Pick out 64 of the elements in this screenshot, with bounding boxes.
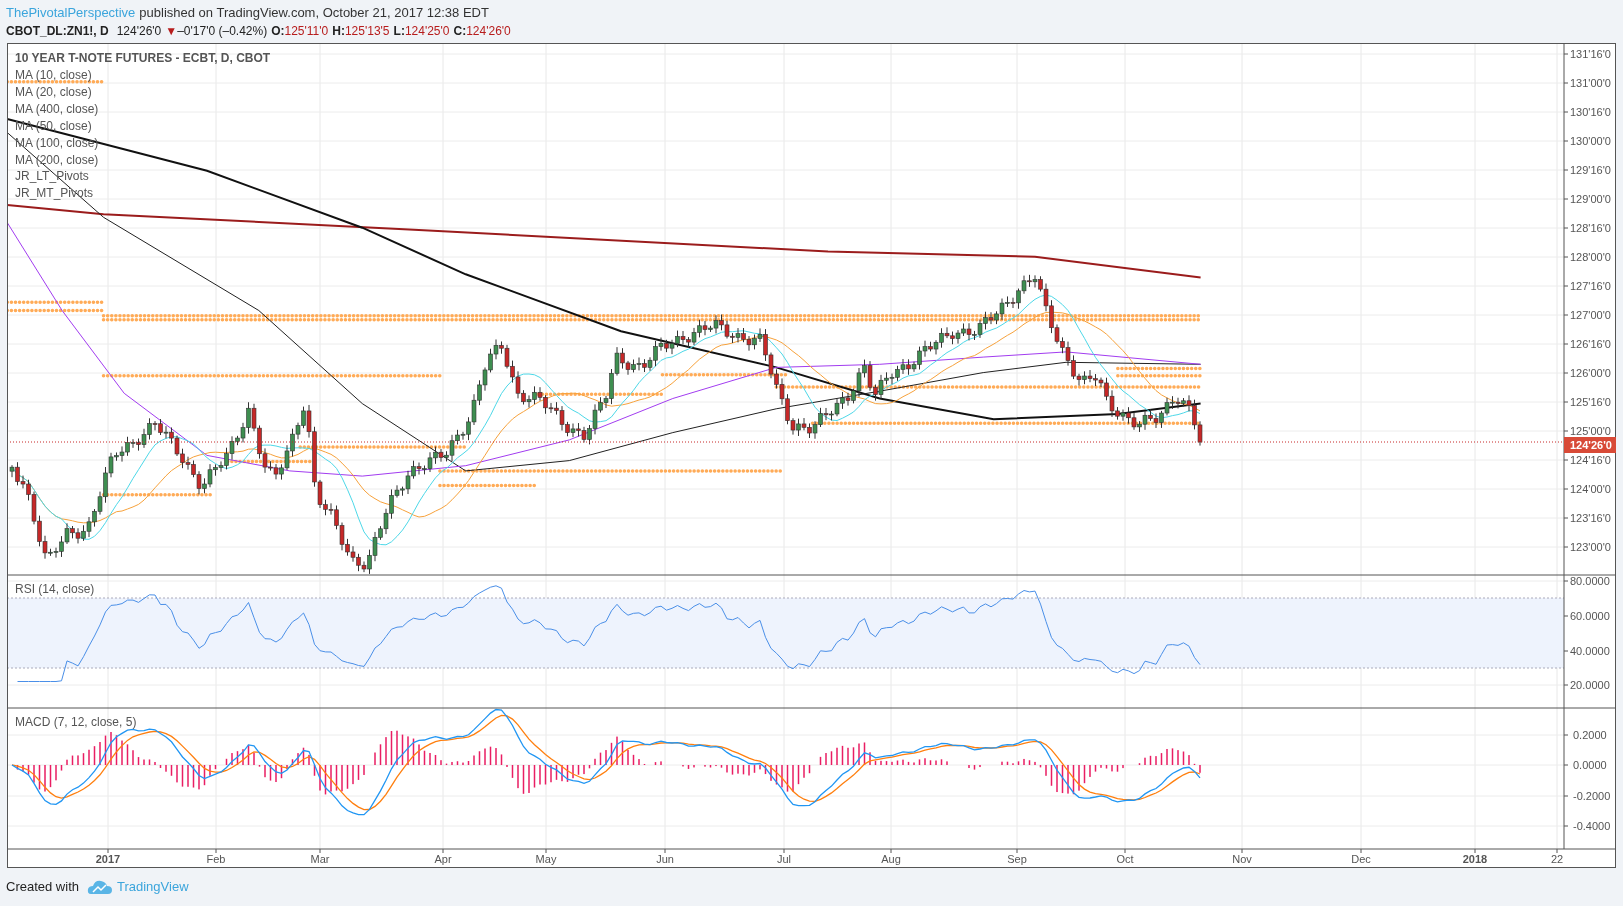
publish-info: published on TradingView.com, October 21, 2017 12:38 EDT [139, 3, 489, 22]
macd-axis-label: 0.0000 [1573, 759, 1607, 771]
time-axis-label: 2017 [95, 853, 121, 865]
brand-link[interactable]: TradingView [117, 877, 189, 897]
macd-axis-label: -0.4000 [1573, 820, 1611, 832]
ohlc-value: 124'26'0 [466, 22, 511, 40]
ohlc-label: C: [453, 22, 467, 40]
price-axis-label: 124'00'0 [1570, 483, 1611, 495]
rsi-axis-label: 80.0000 [1570, 575, 1610, 587]
price-axis-label: 127'16'0 [1570, 280, 1611, 292]
price-axis-label: 126'00'0 [1570, 367, 1611, 379]
price-change: –0'17'0 (–0.42%) [177, 22, 268, 40]
chart-title: 10 YEAR T-NOTE FUTURES - ECBT, D, CBOT [15, 51, 271, 65]
last-price: 124'26'0 [116, 22, 162, 40]
price-axis-label: 125'16'0 [1570, 396, 1611, 408]
price-axis-label: 131'00'0 [1570, 77, 1611, 89]
time-axis-label: Feb [206, 853, 226, 865]
price-axis-label: 125'00'0 [1570, 425, 1611, 437]
price-axis-label: 128'16'0 [1570, 222, 1611, 234]
time-axis-label: Dec [1351, 853, 1371, 865]
macd-axis-label: 0.2000 [1573, 729, 1607, 741]
indicator-legend: MA (200, close) [15, 152, 99, 167]
time-axis-label: Nov [1232, 853, 1252, 865]
price-axis-label: 130'00'0 [1570, 135, 1611, 147]
price-axis-label: 129'16'0 [1570, 164, 1611, 176]
time-axis-label: Jun [656, 853, 674, 865]
price-axis-label: 123'16'0 [1570, 512, 1611, 524]
footer-text: Created with [6, 878, 79, 897]
time-axis-label: Oct [1116, 853, 1134, 865]
rsi-axis-label: 40.0000 [1570, 645, 1610, 657]
ohlc-label: L: [393, 22, 405, 40]
price-axis-label: 123'00'0 [1570, 541, 1611, 553]
indicator-legend: MACD (7, 12, close, 5) [15, 715, 137, 729]
price-axis-label: 127'00'0 [1570, 309, 1611, 321]
price-axis-label: 124'16'0 [1570, 454, 1611, 466]
time-axis-label: Aug [881, 853, 901, 865]
down-arrow: ▼ [165, 22, 178, 40]
price-axis-label: 126'16'0 [1570, 338, 1611, 350]
symbol-label: CBOT_DL:ZN1!, D [6, 22, 109, 40]
last-price-badge: 124'26'0 [1564, 437, 1616, 453]
indicator-legend: RSI (14, close) [15, 582, 95, 596]
time-axis-label: May [535, 853, 557, 865]
indicator-legend: MA (10, close) [15, 68, 92, 82]
price-axis-label: 130'16'0 [1570, 106, 1611, 118]
author-link[interactable]: ThePivotalPerspective [6, 3, 136, 22]
ohlc-value: 124'25'0 [404, 22, 450, 40]
rsi-axis-label: 60.0000 [1570, 610, 1610, 622]
time-axis-label: Sep [1007, 853, 1027, 865]
price-axis-label: 128'00'0 [1570, 251, 1611, 263]
time-axis-label: 2018 [1462, 853, 1488, 865]
time-axis-label: 22 [1550, 853, 1564, 865]
macd-axis-label: -0.2000 [1573, 790, 1611, 802]
price-axis-label: 131'16'0 [1570, 48, 1611, 60]
rsi-axis-label: 20.0000 [1570, 679, 1610, 691]
price-axis-label: 129'00'0 [1570, 193, 1611, 205]
indicator-legend: MA (20, close) [15, 84, 92, 99]
time-axis-label: Jul [776, 853, 792, 865]
ohlc-value: 125'13'5 [344, 22, 390, 40]
ohlc-label: H: [332, 22, 345, 40]
ohlc-value: 125'11'0 [284, 22, 329, 40]
time-axis-label: Mar [310, 853, 330, 865]
ohlc-label: O: [271, 22, 285, 40]
indicator-legend: MA (400, close) [15, 101, 99, 116]
time-axis-label: Apr [434, 853, 452, 865]
